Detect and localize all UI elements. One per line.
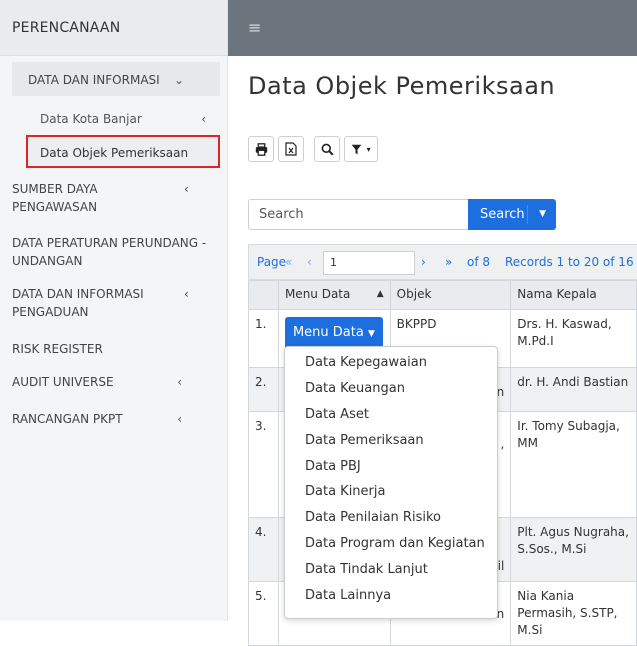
menu-data-dropdown: Data Kepegawaian Data Keuangan Data Aset… <box>284 346 498 619</box>
excel-file-icon <box>285 142 297 156</box>
search-button-label: Search <box>480 207 525 222</box>
print-button[interactable] <box>248 136 274 162</box>
row-number: 1. <box>248 309 279 368</box>
sidebar-item-sumber-daya-pengawasan[interactable]: SUMBER DAYA PENGAWASAN <box>12 180 162 216</box>
sidebar-item-label: SUMBER DAYA PENGAWASAN <box>12 182 98 214</box>
sidebar-item-audit-universe[interactable]: AUDIT UNIVERSE ‹ <box>12 373 218 391</box>
row-number: 4. <box>248 517 279 582</box>
page-number-input[interactable]: 1 <box>323 251 415 275</box>
search-input[interactable] <box>248 199 469 230</box>
sidebar-item-data-dan-informasi[interactable]: DATA DAN INFORMASI ⌄ <box>12 62 220 96</box>
next-page-icon[interactable]: › <box>421 255 426 269</box>
row-number: 2. <box>248 367 279 412</box>
pager-page-label: Page <box>257 255 287 269</box>
sidebar-item-label: DATA PERATURAN PERUNDANG - UNDANGAN <box>12 236 207 268</box>
sidebar-item-rancangan-pkpt[interactable]: RANCANGAN PKPT ‹ <box>12 410 218 428</box>
row-number: 3. <box>248 411 279 518</box>
chevron-left-icon: ‹ <box>184 182 189 196</box>
kepala-cell: dr. H. Andi Bastian <box>510 367 637 412</box>
kepala-cell: Nia Kania Permasih, S.STP, M.Si <box>510 581 637 646</box>
hamburger-menu-icon[interactable]: ≡ <box>248 18 261 37</box>
dropdown-item-penilaian-risiko[interactable]: Data Penilaian Risiko <box>285 506 497 532</box>
column-header-label: Menu Data <box>284 287 351 301</box>
column-header-objek[interactable]: Objek <box>389 280 512 310</box>
sidebar-item-label: AUDIT UNIVERSE <box>12 375 114 389</box>
caret-down-icon: ▼ <box>367 329 375 339</box>
table-header-row: Menu Data ▲ Objek Nama Kepala <box>248 280 637 310</box>
last-page-icon[interactable]: » <box>445 255 452 269</box>
export-excel-button[interactable] <box>278 136 304 162</box>
topbar: ≡ <box>228 0 637 56</box>
pager: Page « ‹ 1 › » of 8 Records 1 to 20 of 1… <box>248 244 637 280</box>
pager-total-pages: of 8 <box>467 255 491 269</box>
brand-title: PERENCANAAN <box>0 0 227 56</box>
dropdown-item-kinerja[interactable]: Data Kinerja <box>285 480 497 506</box>
column-header-menu-data[interactable]: Menu Data ▲ <box>277 280 391 310</box>
button-divider <box>527 205 528 224</box>
sidebar: PERENCANAAN DATA DAN INFORMASI ⌄ Data Ko… <box>0 0 228 621</box>
first-page-icon[interactable]: « <box>285 255 292 269</box>
sidebar-item-label: RANCANGAN PKPT <box>12 412 123 426</box>
printer-icon <box>255 143 267 156</box>
sidebar-item-data-objek-pemeriksaan[interactable]: Data Objek Pemeriksaan <box>26 135 220 168</box>
sidebar-item-label: RISK REGISTER <box>12 342 103 356</box>
sidebar-item-risk-register[interactable]: RISK REGISTER <box>12 340 218 358</box>
dropdown-item-keuangan[interactable]: Data Keuangan <box>285 377 497 403</box>
page-title: Data Objek Pemeriksaan <box>248 72 556 100</box>
sidebar-item-label: DATA DAN INFORMASI PENGADUAN <box>12 287 144 319</box>
dropdown-item-pbj[interactable]: Data PBJ <box>285 455 497 481</box>
dropdown-item-lainnya[interactable]: Data Lainnya <box>285 584 497 610</box>
dropdown-item-kepegawaian[interactable]: Data Kepegawaian <box>285 351 497 377</box>
sidebar-item-label: Data Objek Pemeriksaan <box>40 146 189 160</box>
caret-down-icon[interactable]: ▼ <box>539 199 546 230</box>
row-number: 5. <box>248 581 279 646</box>
dropdown-item-pemeriksaan[interactable]: Data Pemeriksaan <box>285 429 497 455</box>
dropdown-item-program-kegiatan[interactable]: Data Program dan Kegiatan <box>285 532 497 558</box>
kepala-cell: Ir. Tomy Subagja, MM <box>510 411 637 518</box>
sidebar-item-data-kota-banjar[interactable]: Data Kota Banjar ‹ <box>40 110 246 128</box>
menu-data-button-label: Menu Data <box>292 325 364 340</box>
search-icon <box>321 143 333 156</box>
sidebar-item-data-informasi-pengaduan[interactable]: DATA DAN INFORMASI PENGADUAN <box>12 285 172 321</box>
dropdown-item-aset[interactable]: Data Aset <box>285 403 497 429</box>
chevron-left-icon: ‹ <box>201 112 206 126</box>
chevron-left-icon: ‹ <box>177 412 182 426</box>
pager-records-info: Records 1 to 20 of 16 <box>505 255 634 269</box>
caret-down-icon: ▾ <box>366 145 371 154</box>
search-tool-button[interactable] <box>314 136 340 162</box>
dropdown-item-tindak-lanjut[interactable]: Data Tindak Lanjut <box>285 558 497 584</box>
filter-icon <box>352 144 362 155</box>
chevron-left-icon: ‹ <box>177 375 182 389</box>
chevron-down-icon: ⌄ <box>173 73 184 87</box>
prev-page-icon[interactable]: ‹ <box>307 255 312 269</box>
chevron-left-icon: ‹ <box>184 287 189 301</box>
search-button[interactable]: Search ▼ <box>468 199 556 230</box>
filter-dropdown-button[interactable]: ▾ <box>344 136 378 162</box>
sidebar-item-label: DATA DAN INFORMASI <box>28 73 160 87</box>
sidebar-item-data-peraturan[interactable]: DATA PERATURAN PERUNDANG - UNDANGAN <box>12 234 212 270</box>
column-header-no <box>248 280 279 310</box>
kepala-cell: Plt. Agus Nugraha, S.Sos., M.Si <box>510 517 637 582</box>
kepala-cell: Drs. H. Kaswad, M.Pd.I <box>510 309 637 368</box>
sidebar-item-label: Data Kota Banjar <box>40 112 142 126</box>
sort-asc-icon[interactable]: ▲ <box>377 289 384 299</box>
column-header-nama-kepala[interactable]: Nama Kepala <box>510 280 637 310</box>
